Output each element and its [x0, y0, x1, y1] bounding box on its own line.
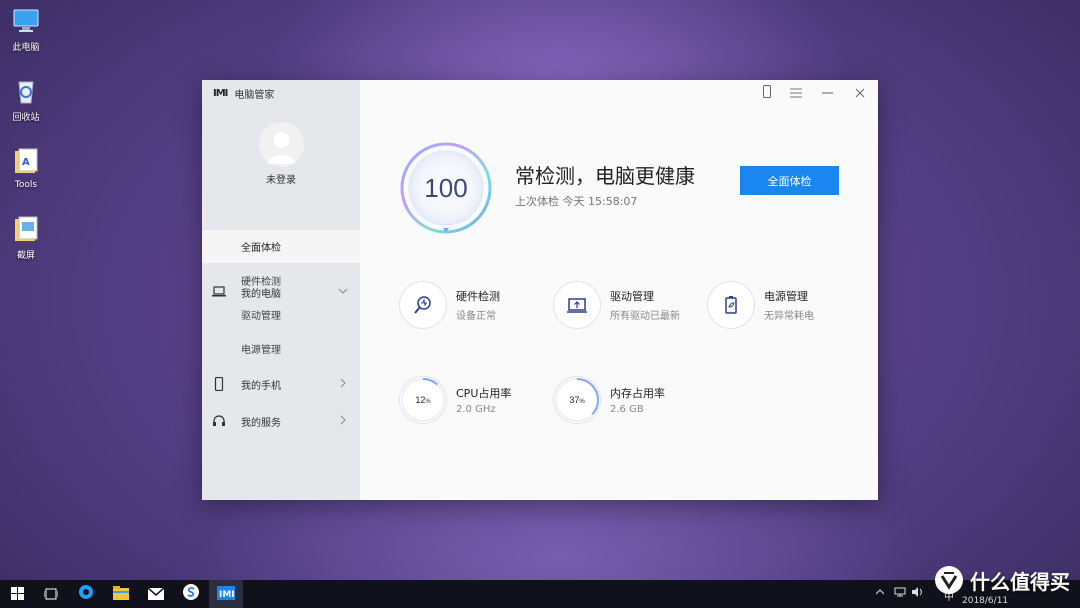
- feature-subtitle: 无异常耗电: [764, 311, 814, 322]
- watermark-text: 什么值得买: [970, 569, 1070, 594]
- mail-icon: [147, 585, 165, 604]
- computer-icon: [11, 6, 41, 36]
- sidebar-item-label: 我的服务: [241, 417, 281, 429]
- close-icon: [855, 83, 865, 102]
- feature-subtitle: 所有驱动已最新: [610, 311, 680, 322]
- app-title-bar: IMI 电脑管家: [213, 86, 274, 101]
- svg-text:IMI: IMI: [219, 590, 235, 600]
- taskbar-mail[interactable]: [139, 580, 173, 608]
- memory-usage-gauge: 37%: [554, 377, 600, 423]
- network-icon: [894, 587, 906, 600]
- desktop-icon-screenshot[interactable]: 截屏: [0, 214, 52, 261]
- usage-title: CPU占用率: [456, 387, 512, 400]
- desktop-icon-this-pc[interactable]: 此电脑: [0, 6, 52, 53]
- full-check-button[interactable]: 全面体检: [740, 166, 839, 195]
- chevron-right-icon: [338, 415, 348, 425]
- desktop-icon-label: Tools: [14, 180, 38, 190]
- battery-icon: [708, 282, 754, 328]
- sidebar-item-label: 我的手机: [241, 380, 281, 392]
- phone-connect-button[interactable]: [760, 83, 774, 102]
- usage-cpu[interactable]: 12% CPU占用率 2.0 GHz: [400, 377, 511, 423]
- feature-power-manage[interactable]: 电源管理 无异常耗电: [708, 282, 814, 328]
- feature-hardware-check[interactable]: 硬件检测 设备正常: [400, 282, 500, 328]
- chevron-right-icon: [338, 378, 348, 388]
- taskbar-browser[interactable]: [69, 580, 103, 608]
- desktop-icon-label: 此电脑: [12, 43, 40, 53]
- hardware-scan-icon: [400, 282, 446, 328]
- sidebar-subitem-power[interactable]: 电源管理: [202, 332, 360, 365]
- tray-date[interactable]: 2018/6/11: [962, 596, 1008, 606]
- usage-detail: 2.0 GHz: [456, 404, 496, 415]
- pc-manager-window: IMI 电脑管家 未登录 我的电脑 全面体检 硬件检测 驱动管理 电源管理 我的…: [202, 80, 878, 500]
- usage-memory[interactable]: 37% 内存占用率 2.6 GB: [554, 377, 665, 423]
- tray-volume[interactable]: [912, 587, 924, 600]
- browser-icon: [78, 584, 94, 604]
- tray-network[interactable]: [894, 587, 906, 600]
- headline: 常检测，电脑更健康: [515, 164, 695, 188]
- last-check-time: 上次体检 今天 15:58:07: [515, 195, 638, 208]
- phone-icon: [212, 377, 226, 391]
- sidebar-item-my-phone[interactable]: 我的手机: [202, 372, 360, 396]
- phone-icon: [763, 83, 771, 102]
- usage-title: 内存占用率: [610, 387, 665, 400]
- chevron-up-icon: [875, 588, 885, 598]
- desktop-icon-recycle-bin[interactable]: 回收站: [0, 76, 52, 123]
- login-link[interactable]: 未登录: [202, 171, 360, 186]
- feature-title: 电源管理: [764, 290, 808, 303]
- sidebar-subitem-hardware[interactable]: 硬件检测: [202, 264, 360, 297]
- feature-subtitle: 设备正常: [456, 311, 496, 322]
- feature-title: 驱动管理: [610, 290, 654, 303]
- pc-manager-icon: IMI: [217, 585, 235, 604]
- taskbar-pc-manager[interactable]: IMI: [209, 580, 243, 608]
- folder-tools-icon: A: [11, 146, 41, 176]
- file-explorer-icon: [113, 585, 129, 604]
- avatar[interactable]: [259, 122, 304, 167]
- sogou-icon: [183, 584, 199, 604]
- close-button[interactable]: [853, 85, 867, 99]
- task-view-button[interactable]: [34, 580, 68, 608]
- watermark: 什么值得买: [934, 565, 1070, 595]
- feature-driver-manage[interactable]: 驱动管理 所有驱动已最新: [554, 282, 680, 328]
- sidebar-subitem-driver[interactable]: 驱动管理: [202, 298, 360, 331]
- driver-icon: [554, 282, 600, 328]
- taskbar-sogou[interactable]: [174, 580, 208, 608]
- app-title: 电脑管家: [234, 90, 275, 101]
- folder-screenshot-icon: [11, 214, 41, 244]
- watermark-logo-icon: [935, 566, 963, 594]
- desktop-icon-label: 回收站: [12, 113, 40, 123]
- main-panel: 100 常检测，电脑更健康 上次体检 今天 15:58:07 全面体检 硬件检测…: [360, 80, 878, 500]
- desktop-icon-tools[interactable]: A Tools: [0, 146, 52, 190]
- tray-up-arrow[interactable]: [875, 588, 885, 598]
- sidebar-item-my-services[interactable]: 我的服务: [202, 409, 360, 433]
- minimize-icon: [822, 83, 834, 102]
- sidebar-subitem-full-check[interactable]: 全面体检: [202, 230, 360, 263]
- health-score: 100: [424, 172, 468, 203]
- taskbar: IMI 中 2018/6/11: [0, 580, 1080, 608]
- desktop-icon-label: 截屏: [16, 251, 35, 261]
- menu-button[interactable]: [789, 85, 803, 99]
- start-button[interactable]: [0, 580, 34, 608]
- task-view-icon: [43, 585, 59, 604]
- minimize-button[interactable]: [821, 85, 835, 99]
- windows-start-icon: [10, 585, 24, 604]
- feature-title: 硬件检测: [456, 290, 500, 303]
- usage-detail: 2.6 GB: [610, 404, 644, 415]
- app-logo-icon: IMI: [213, 88, 228, 99]
- sidebar: IMI 电脑管家 未登录 我的电脑 全面体检 硬件检测 驱动管理 电源管理 我的…: [202, 80, 360, 500]
- recycle-bin-icon: [11, 76, 41, 106]
- volume-icon: [912, 587, 924, 600]
- cpu-usage-gauge: 12%: [400, 377, 446, 423]
- svg-text:A: A: [22, 157, 30, 168]
- headset-icon: [212, 414, 226, 428]
- taskbar-file-explorer[interactable]: [104, 580, 138, 608]
- menu-icon: [790, 83, 802, 102]
